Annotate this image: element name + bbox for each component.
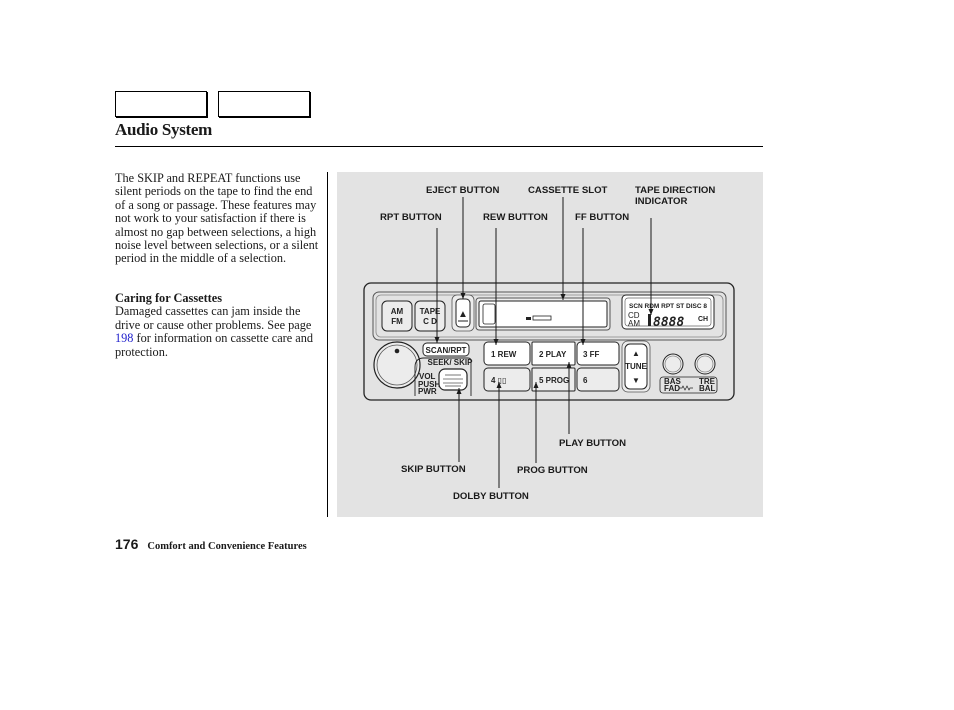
rew-button-callout: REW BUTTON bbox=[483, 212, 548, 223]
preset-2-play-button[interactable]: 2 PLAY bbox=[531, 341, 576, 366]
page-footer: 176 Comfort and Convenience Features bbox=[115, 536, 307, 552]
prog-button-callout: PROG BUTTON bbox=[517, 465, 588, 476]
page-link[interactable]: 198 bbox=[115, 331, 133, 345]
page-number: 176 bbox=[115, 536, 139, 552]
column-divider bbox=[327, 172, 328, 517]
caring-section: Caring for Cassettes Damaged cassettes ca… bbox=[115, 291, 325, 359]
display-am: AM bbox=[628, 319, 640, 328]
svg-text:SCAN/RPT: SCAN/RPT bbox=[426, 346, 467, 355]
treble-balance-knob[interactable] bbox=[694, 353, 716, 375]
title-divider bbox=[115, 146, 763, 147]
tape-direction-callout-line1: TAPE DIRECTION bbox=[635, 185, 716, 196]
tape-direction-callout-line2: INDICATOR bbox=[635, 196, 688, 207]
eject-button[interactable]: ▲ bbox=[451, 294, 475, 332]
svg-text:AM: AM bbox=[391, 307, 404, 316]
section-name: Comfort and Convenience Features bbox=[147, 541, 307, 552]
preset-1-rew-button[interactable]: 1 REW bbox=[483, 341, 531, 366]
lcd-display: SCN RDM RPT ST DISC 8 CD AM 8888 CH bbox=[621, 294, 715, 330]
ff-button-callout: FF BUTTON bbox=[575, 212, 630, 223]
svg-text:5 PROG: 5 PROG bbox=[539, 376, 569, 385]
play-button-callout: PLAY BUTTON bbox=[559, 438, 626, 449]
tune-down-icon: ▼ bbox=[632, 376, 640, 385]
svg-text:TAPE: TAPE bbox=[420, 307, 441, 316]
svg-text:PWR: PWR bbox=[418, 387, 437, 396]
eject-button-callout: EJECT BUTTON bbox=[426, 185, 500, 196]
bass-fade-knob[interactable] bbox=[662, 353, 684, 375]
svg-text:BAL: BAL bbox=[699, 384, 716, 393]
preset-6-button[interactable]: 6 bbox=[576, 367, 620, 392]
scan-rpt-button[interactable]: SCAN/RPT bbox=[422, 342, 470, 357]
svg-text:6: 6 bbox=[583, 376, 588, 385]
tape-cd-button[interactable]: TAPE C D bbox=[414, 300, 446, 332]
nav-tab-1[interactable] bbox=[115, 91, 207, 117]
preset-4-dolby-button[interactable]: 4 ▯▯ bbox=[483, 367, 531, 392]
svg-text:1 REW: 1 REW bbox=[491, 350, 517, 359]
cassette-slot-callout: CASSETTE SLOT bbox=[528, 185, 608, 196]
svg-text:SEEK/ SKIP: SEEK/ SKIP bbox=[428, 358, 474, 367]
svg-text:FAD: FAD bbox=[664, 384, 680, 393]
page-title: Audio System bbox=[115, 120, 212, 139]
am-fm-button[interactable]: AM FM bbox=[381, 300, 413, 332]
caring-text-before: Damaged cassettes can jam inside the dri… bbox=[115, 304, 312, 332]
svg-text:FM: FM bbox=[391, 317, 403, 326]
display-ch: CH bbox=[698, 316, 708, 323]
svg-text:C D: C D bbox=[423, 317, 437, 326]
svg-text:3 FF: 3 FF bbox=[583, 350, 600, 359]
rpt-button-callout: RPT BUTTON bbox=[380, 212, 442, 223]
tune-button[interactable]: ▲ TUNE ▼ bbox=[621, 340, 651, 393]
skip-repeat-paragraph: The SKIP and REPEAT functions use silent… bbox=[115, 171, 319, 266]
volume-knob[interactable] bbox=[373, 341, 421, 389]
eject-icon: ▲ bbox=[458, 309, 468, 320]
skip-button-callout: SKIP BUTTON bbox=[401, 464, 466, 475]
audio-unit-figure: AM FM TAPE C D ▲ SCN RDM RPT ST DISC 8 C… bbox=[337, 172, 763, 517]
tune-up-icon: ▲ bbox=[632, 349, 640, 358]
seek-skip-rocker[interactable] bbox=[438, 368, 468, 391]
dolby-button-callout: DOLBY BUTTON bbox=[453, 491, 529, 502]
preset-3-ff-button[interactable]: 3 FF bbox=[576, 341, 620, 366]
tape-direction-indicator bbox=[648, 314, 651, 326]
svg-text:TUNE: TUNE bbox=[625, 362, 647, 371]
display-indicators: SCN RDM RPT ST DISC 8 bbox=[629, 303, 707, 310]
svg-text:2 PLAY: 2 PLAY bbox=[539, 350, 567, 359]
nav-tab-2[interactable] bbox=[218, 91, 310, 117]
caring-heading: Caring for Cassettes bbox=[115, 291, 223, 305]
display-digits: 8888 bbox=[653, 315, 684, 330]
caring-text-after: for information on cassette care and pro… bbox=[115, 331, 314, 359]
